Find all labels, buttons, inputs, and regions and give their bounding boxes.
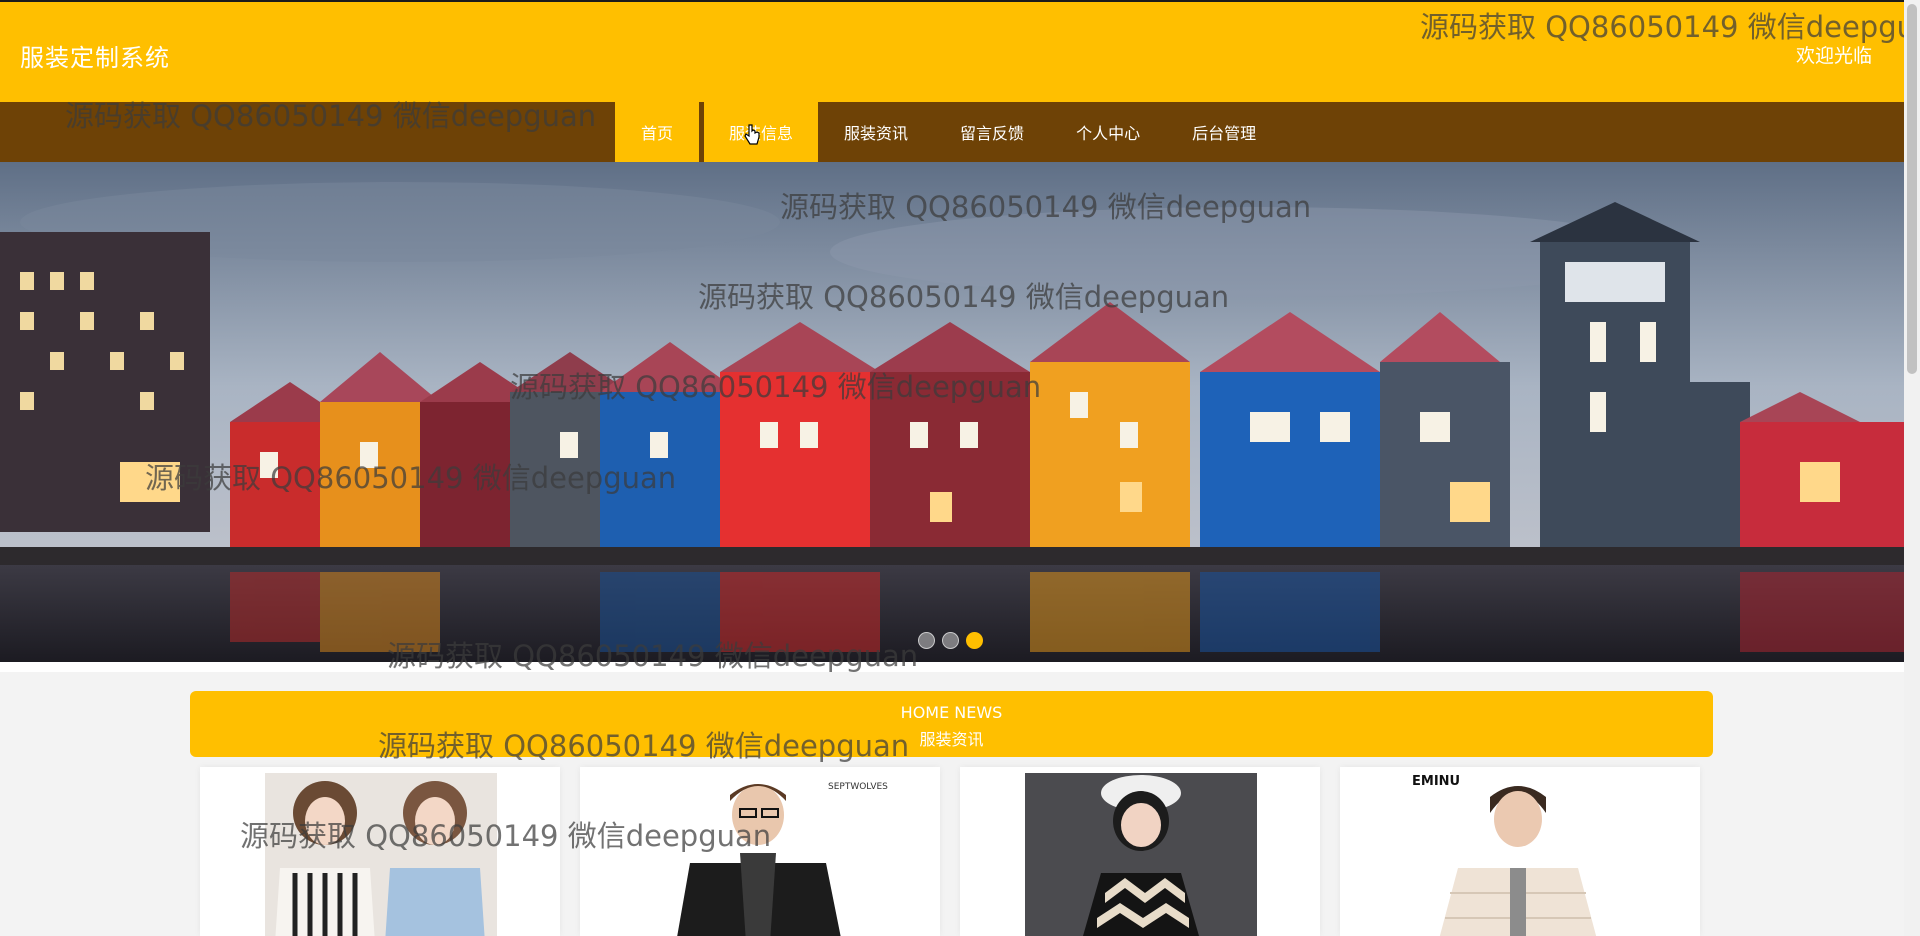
product-card[interactable]: [200, 767, 560, 936]
news-section-header: HOME NEWS 服装资讯: [190, 691, 1713, 757]
carousel-dot-3[interactable]: [966, 632, 983, 649]
nav-item-admin[interactable]: 后台管理: [1166, 102, 1282, 162]
carousel-dots: [918, 632, 983, 649]
welcome-text: 欢迎光临: [1795, 45, 1872, 67]
nav-item-clothing-news[interactable]: 服装资讯: [818, 102, 934, 162]
brand-mark-eminu: EMINU: [1412, 774, 1460, 789]
product-card[interactable]: [960, 767, 1320, 936]
carousel-dot-1[interactable]: [918, 632, 935, 649]
product-card[interactable]: EMINU: [1340, 767, 1700, 936]
carousel-dot-2[interactable]: [942, 632, 959, 649]
product-image[interactable]: [265, 773, 497, 936]
main-nav: 首页 服装信息 服装资讯 留言反馈 个人中心 后台管理: [0, 102, 1904, 162]
product-card[interactable]: SEPTWOLVES: [580, 767, 940, 936]
nav-list: 首页 服装信息 服装资讯 留言反馈 个人中心 后台管理: [615, 102, 1282, 162]
nav-item-feedback[interactable]: 留言反馈: [934, 102, 1050, 162]
banner-image: [0, 162, 1904, 662]
page: 服装定制系统 欢迎光临 首页 服装信息 服装资讯 留言反馈 个人中心 后台管理: [0, 0, 1920, 936]
product-image[interactable]: EMINU: [1340, 773, 1700, 936]
news-title-en: HOME NEWS: [900, 703, 1003, 722]
product-image[interactable]: SEPTWOLVES: [580, 773, 940, 936]
site-title[interactable]: 服装定制系统: [20, 38, 170, 73]
brand-mark-septwolves: SEPTWOLVES: [828, 782, 888, 792]
pointer-cursor-icon: [744, 124, 760, 145]
product-card-list: SEPTWOLVES EMINU: [200, 767, 1703, 936]
nav-item-profile[interactable]: 个人中心: [1050, 102, 1166, 162]
page-scrollbar[interactable]: [1904, 0, 1920, 936]
nav-item-clothing-info[interactable]: 服装信息: [704, 102, 819, 162]
banner-carousel[interactable]: [0, 162, 1904, 662]
nav-item-home[interactable]: 首页: [615, 102, 700, 162]
banner-bottom-strip: [0, 662, 1904, 672]
news-title-cn: 服装资讯: [919, 730, 984, 749]
product-image[interactable]: [1025, 773, 1257, 936]
scrollbar-thumb[interactable]: [1907, 4, 1917, 374]
top-header: 服装定制系统 欢迎光临: [0, 0, 1904, 102]
